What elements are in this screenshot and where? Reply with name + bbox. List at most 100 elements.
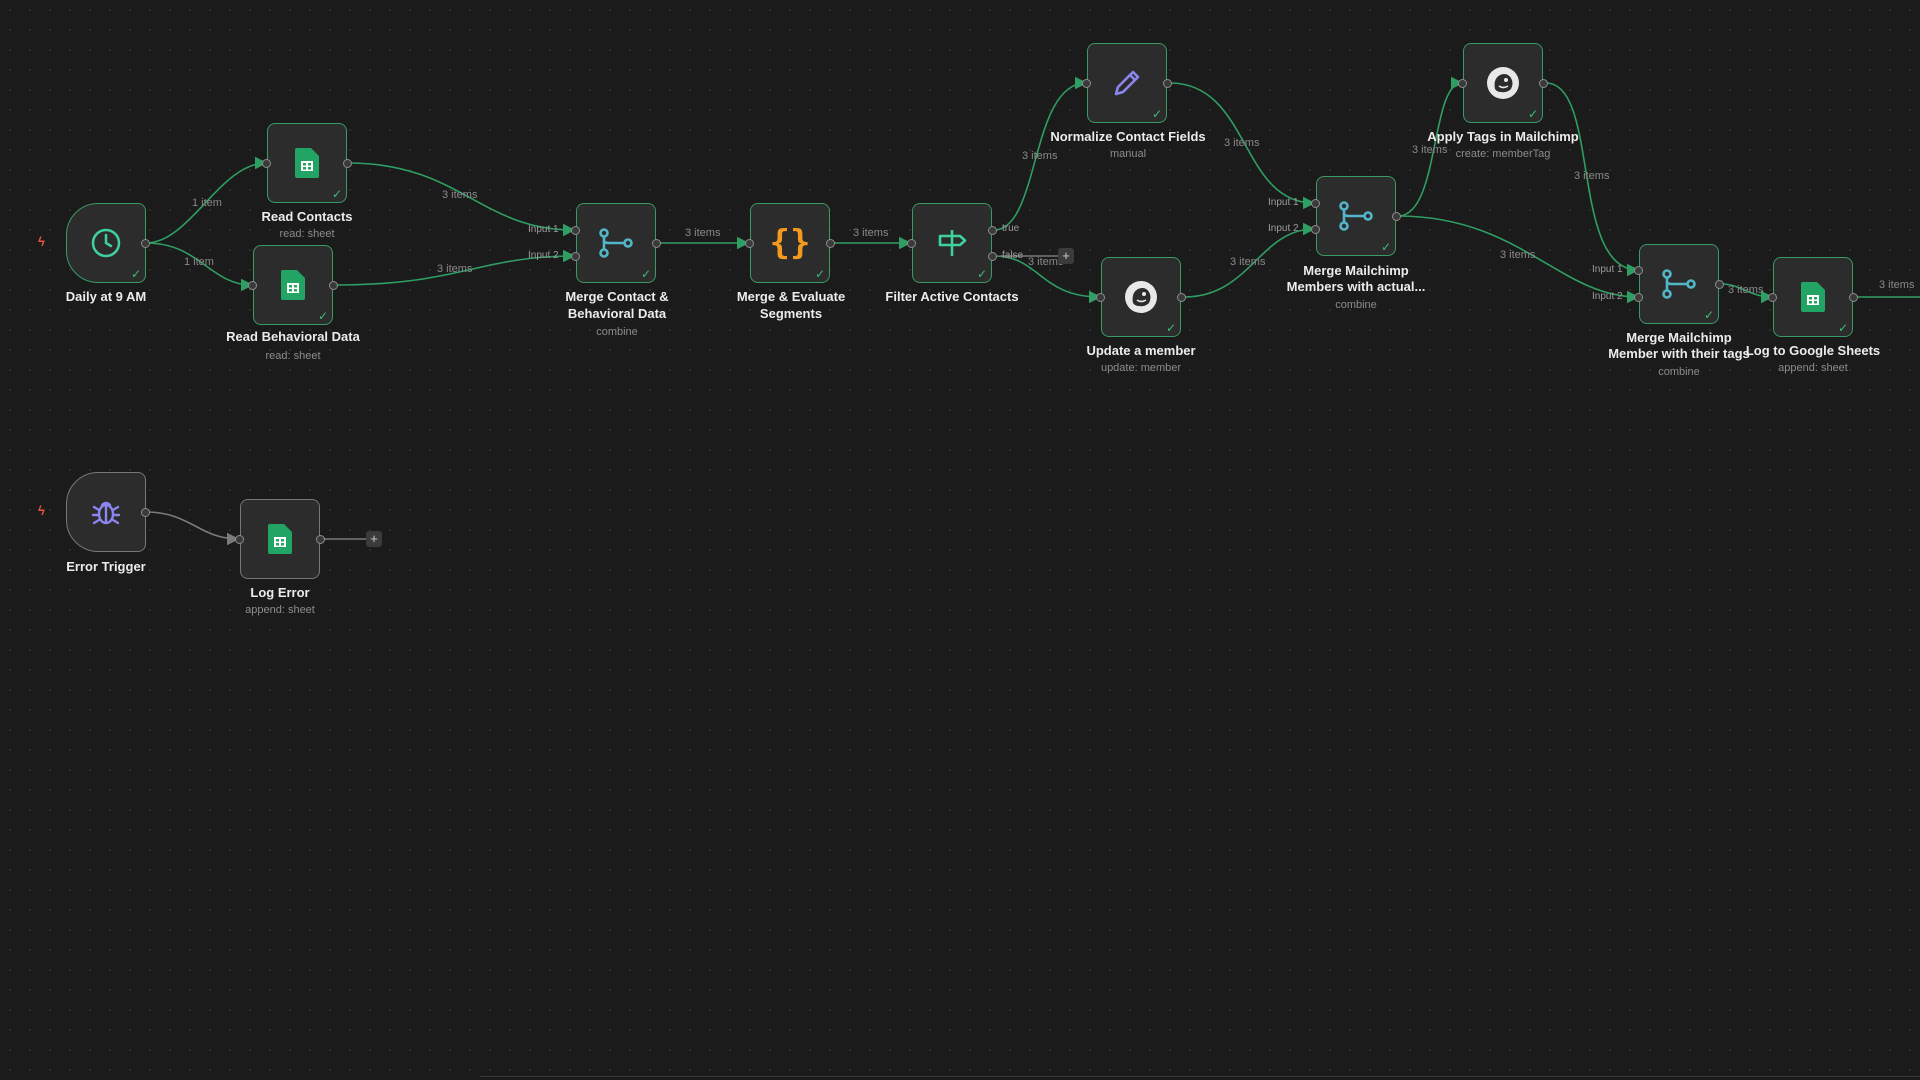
output-port[interactable]	[1177, 293, 1186, 302]
edge-item-count: 3 items	[853, 227, 889, 239]
edge-item-count: 3 items	[1412, 144, 1448, 156]
output-label-true: true	[1002, 223, 1020, 234]
input-port[interactable]	[571, 252, 580, 261]
node-daily-at-9am[interactable]: ✓	[66, 203, 146, 283]
input-port[interactable]	[1096, 293, 1105, 302]
input-port[interactable]	[1082, 79, 1091, 88]
input-port[interactable]	[1311, 199, 1320, 208]
node-read-contacts[interactable]: ✓	[267, 123, 347, 203]
output-port[interactable]	[652, 239, 661, 248]
edge-item-count: 1 item	[192, 197, 222, 209]
canvas-bottom-divider	[480, 1076, 1920, 1077]
node-subtitle: update: member	[1100, 362, 1182, 374]
node-title: Update a member	[1086, 343, 1196, 358]
input-port[interactable]	[248, 281, 257, 290]
node-subtitle: combine	[1335, 299, 1377, 311]
output-port[interactable]	[1715, 280, 1724, 289]
node-title: Daily at 9 AM	[65, 289, 147, 304]
success-check-icon: ✓	[1380, 240, 1391, 254]
output-port[interactable]	[141, 508, 150, 517]
input-port[interactable]	[1311, 225, 1320, 234]
edge-item-count: 3 items	[1022, 150, 1058, 162]
node-title: Merge Contact &	[565, 289, 669, 304]
edge-item-count: 3 items	[685, 227, 721, 239]
output-port[interactable]	[343, 159, 352, 168]
node-merge-contact-behavioral[interactable]: ✓	[576, 203, 656, 283]
node-subtitle: append: sheet	[245, 604, 315, 616]
node-title: Apply Tags in Mailchimp	[1427, 129, 1579, 144]
google-sheets-icon	[281, 270, 305, 300]
output-port-false[interactable]	[988, 252, 997, 261]
output-port[interactable]	[141, 239, 150, 248]
pencil-icon	[1114, 70, 1140, 96]
output-port[interactable]	[1163, 79, 1172, 88]
output-port[interactable]	[1539, 79, 1548, 88]
edge-item-count: 3 items	[1574, 170, 1610, 182]
input-label: Input 1	[528, 224, 559, 235]
success-check-icon: ✓	[814, 267, 825, 281]
success-check-icon: ✓	[1527, 107, 1538, 121]
input-port[interactable]	[745, 239, 754, 248]
node-filter-active-contacts[interactable]: ✓	[912, 203, 992, 283]
signpost-icon	[938, 230, 967, 256]
success-check-icon: ✓	[1837, 321, 1848, 335]
google-sheets-icon	[1801, 282, 1825, 312]
input-port[interactable]	[907, 239, 916, 248]
node-title: Segments	[759, 306, 823, 321]
output-port-true[interactable]	[988, 226, 997, 235]
node-title: Error Trigger	[66, 559, 146, 574]
input-port[interactable]	[235, 535, 244, 544]
node-title: Merge Mailchimp	[1626, 330, 1732, 345]
google-sheets-icon	[295, 148, 319, 178]
output-label-false: false	[1002, 250, 1024, 261]
node-log-to-google-sheets[interactable]: ✓	[1773, 257, 1853, 337]
node-subtitle: combine	[596, 326, 638, 338]
google-sheets-icon	[268, 524, 292, 554]
input-port[interactable]	[1458, 79, 1467, 88]
node-subtitle: combine	[1658, 366, 1700, 378]
add-node-button[interactable]: +	[1058, 248, 1074, 264]
edge-item-count: 3 items	[1224, 137, 1260, 149]
input-port[interactable]	[262, 159, 271, 168]
input-label: Input 2	[1268, 223, 1299, 234]
node-log-error[interactable]	[240, 499, 320, 579]
merge-icon	[1339, 201, 1373, 231]
output-port[interactable]	[329, 281, 338, 290]
add-node-button[interactable]: +	[366, 531, 382, 547]
edge-item-count: 3 items	[1728, 284, 1764, 296]
node-title: Member with their tags	[1608, 346, 1750, 361]
edge-item-count: 3 items	[437, 263, 473, 275]
node-update-a-member[interactable]: ✓	[1101, 257, 1181, 337]
success-check-icon: ✓	[331, 187, 342, 201]
input-label: Input 1	[1592, 264, 1623, 275]
edge-item-count: 1 item	[184, 256, 214, 268]
node-merge-evaluate-segments[interactable]: {} ✓	[750, 203, 830, 283]
success-check-icon: ✓	[640, 267, 651, 281]
edge-item-count: 3 items	[1879, 279, 1915, 291]
input-port[interactable]	[1634, 266, 1643, 275]
node-subtitle: manual	[1109, 148, 1147, 160]
node-error-trigger[interactable]	[66, 472, 146, 552]
node-read-behavioral-data[interactable]: ✓	[253, 245, 333, 325]
output-port[interactable]	[826, 239, 835, 248]
node-apply-tags-mailchimp[interactable]: ✓	[1463, 43, 1543, 123]
connection[interactable]	[145, 511, 240, 546]
output-port[interactable]	[1849, 293, 1858, 302]
merge-icon	[1662, 269, 1696, 299]
node-title: Members with actual...	[1286, 279, 1426, 294]
node-normalize-contact-fields[interactable]: ✓	[1087, 43, 1167, 123]
node-merge-mailchimp-member-tags[interactable]: ✓	[1639, 244, 1719, 324]
node-title: Behavioral Data	[567, 306, 667, 321]
node-merge-mailchimp-members[interactable]: ✓	[1316, 176, 1396, 256]
node-subtitle: append: sheet	[1778, 362, 1848, 374]
success-check-icon: ✓	[1703, 308, 1714, 322]
output-port[interactable]	[316, 535, 325, 544]
node-title: Merge Mailchimp	[1303, 263, 1409, 278]
trigger-bolt-icon: ϟ	[38, 234, 45, 249]
input-port[interactable]	[1768, 293, 1777, 302]
output-port[interactable]	[1392, 212, 1401, 221]
input-label: Input 2	[528, 250, 559, 261]
edge-item-count: 3 items	[1230, 256, 1266, 268]
input-port[interactable]	[1634, 293, 1643, 302]
input-port[interactable]	[571, 226, 580, 235]
